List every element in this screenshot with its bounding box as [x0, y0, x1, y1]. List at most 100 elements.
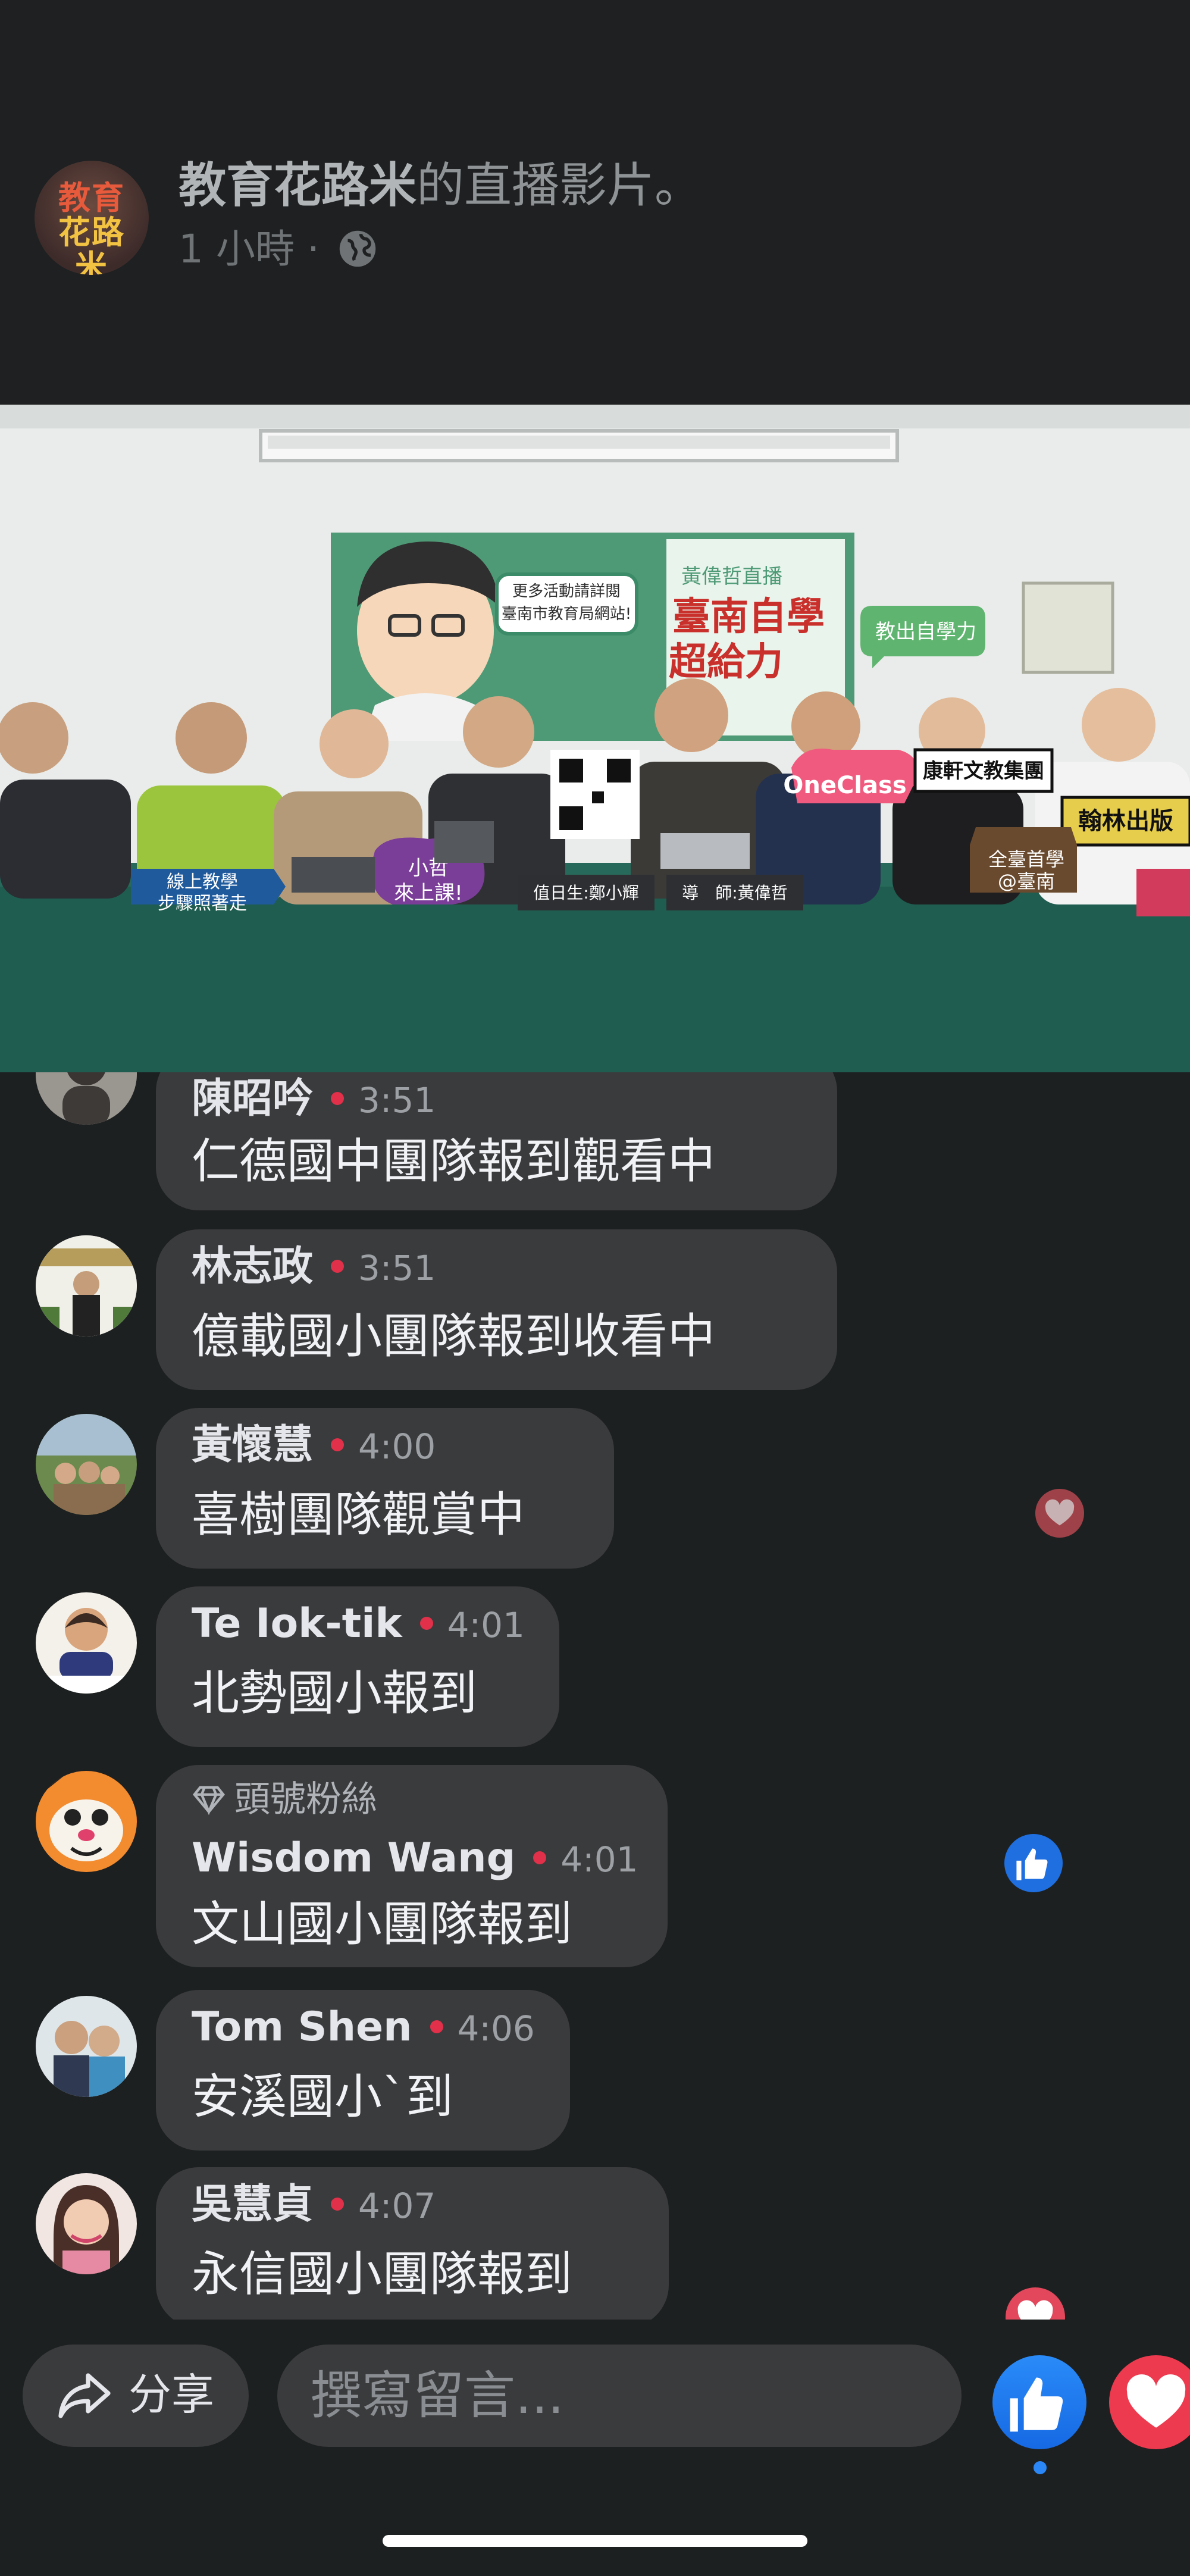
post-title-suffix: 的直播影片。 [416, 158, 702, 213]
page-logo: 教育 花路米 [58, 179, 125, 276]
sign-duty: 值日生:鄭小輝 [533, 883, 638, 903]
comment-header: 陳昭吟 3:51 [192, 1072, 436, 1126]
commenter-name[interactable]: 黃懷慧 [192, 1422, 313, 1469]
commenter-name[interactable]: Te Iok-tik [192, 1600, 402, 1647]
sign-right: 教出自學力 [875, 620, 976, 644]
love-icon [1126, 2374, 1186, 2428]
page-name-link[interactable]: 教育花路米 [178, 158, 416, 213]
love-icon [1045, 1499, 1075, 1526]
avatar-image [36, 1072, 137, 1125]
comment-dot [419, 1617, 433, 1630]
top-fan-badge: 頭號粉絲 [192, 1776, 377, 1823]
post-meta: 1 小時 · [178, 223, 377, 276]
commenter-name[interactable]: 林志政 [192, 1243, 313, 1290]
comment-dot [533, 1851, 547, 1864]
comment-time: 3:51 [358, 1080, 436, 1120]
live-video[interactable]: 更多活動請詳閱 臺南市教育局網站! 黃偉哲直播 臺南自學 超給力 教出自學力 O [0, 405, 1190, 1072]
comment-dot [331, 1260, 345, 1273]
comment-time: 4:07 [358, 2186, 436, 2226]
like-reaction-float [1004, 1834, 1063, 1892]
svg-text:步驟照著走: 步驟照著走 [158, 893, 247, 914]
commenter-name[interactable]: Tom Shen [192, 2004, 412, 2051]
avatar-image [36, 1414, 137, 1515]
svg-text:來上課!: 來上課! [394, 881, 463, 905]
like-indicator-dot [1034, 2461, 1047, 2474]
commenter-avatar[interactable] [36, 2173, 137, 2274]
post-title: 教育花路米的直播影片。 [178, 156, 702, 215]
like-button[interactable] [992, 2355, 1086, 2449]
sign-online: 線上教學 [167, 872, 238, 893]
sign-tainan: 全臺首學 [988, 848, 1064, 871]
diamond-icon [193, 1786, 225, 1816]
comment-time: 4:01 [560, 1839, 638, 1880]
comment-header: Wisdom Wang 4:01 [192, 1832, 638, 1885]
comment-bubble: Te Iok-tik 4:01 北勢國小報到 [156, 1586, 559, 1747]
like-icon [1010, 2377, 1063, 2432]
comment-text: 永信國小團隊報到 [192, 2246, 572, 2302]
post-time[interactable]: 1 小時 · [178, 226, 320, 272]
comment-bubble: 頭號粉絲 Wisdom Wang 4:01 文山國小團隊報到 [156, 1765, 668, 1967]
avatar-image [36, 1771, 137, 1872]
comment-input[interactable] [277, 2345, 962, 2447]
comment-text: 億載國小團隊報到收看中 [192, 1309, 715, 1364]
comment-dot [430, 2020, 443, 2033]
comment-dot [331, 1438, 345, 1451]
comment-header: 黃懷慧 4:00 [192, 1419, 436, 1472]
commenter-avatar[interactable] [36, 1592, 137, 1694]
comment-time: 3:51 [358, 1248, 436, 1288]
avatar-image [36, 1592, 137, 1694]
comment-time: 4:01 [447, 1605, 525, 1645]
comment-header: Te Iok-tik 4:01 [192, 1597, 525, 1651]
commenter-avatar[interactable] [36, 1996, 137, 2097]
comment-text: 仁德國中團隊報到觀看中 [192, 1134, 715, 1189]
comment-time: 4:00 [358, 1426, 436, 1467]
commenter-name[interactable]: Wisdom Wang [192, 1835, 515, 1882]
avatar-image [36, 1235, 137, 1336]
commenter-name[interactable]: 陳昭吟 [192, 1075, 313, 1122]
banner-bubble-text: 更多活動請詳閱 [512, 583, 621, 600]
sign-kang: 康軒文教集團 [923, 759, 1044, 783]
page-avatar[interactable]: 教育 花路米 [35, 161, 149, 275]
share-icon [58, 2373, 111, 2418]
banner-main-2: 超給力 [669, 640, 783, 684]
comment-dot [331, 2198, 345, 2211]
comment-text: 喜樹團隊觀賞中 [192, 1487, 525, 1542]
comment-bubble: 林志政 3:51 億載國小團隊報到收看中 [156, 1229, 837, 1390]
comment-bubble: Tom Shen 4:06 安溪國小`到 [156, 1990, 570, 2151]
sign-teacher: 導 師:黃偉哲 [682, 883, 787, 903]
share-button[interactable]: 分享 [23, 2345, 249, 2447]
comment-header: 吳慧貞 4:07 [192, 2178, 436, 2231]
post-header: 教育 花路米 教育花路米的直播影片。 1 小時 · [0, 0, 1190, 405]
avatar-image [36, 2173, 137, 2274]
banner-small-text: 黃偉哲直播 [681, 565, 782, 589]
comment-time: 4:06 [457, 2008, 535, 2049]
love-reaction-float [1006, 2287, 1065, 2320]
like-icon [1016, 1848, 1048, 1880]
svg-text:臺南市教育局網站!: 臺南市教育局網站! [502, 605, 631, 623]
commenter-avatar[interactable] [36, 1235, 137, 1336]
love-icon [1017, 2300, 1053, 2320]
banner-main-1: 臺南自學 [672, 595, 825, 639]
commenter-avatar[interactable] [36, 1414, 137, 1515]
sign-oneclass: OneClass [783, 772, 906, 799]
sign-hanlin: 翰林出版 [1078, 807, 1173, 835]
love-reaction-float [1035, 1489, 1084, 1538]
comment-list[interactable]: 陳昭吟 3:51 仁德國中團隊報到觀看中 林志政 3:51 億載國小團隊報到收看中 … [0, 1072, 1190, 2320]
comment-text: 文山國小團隊報到 [192, 1896, 572, 1952]
video-frame: 更多活動請詳閱 臺南市教育局網站! 黃偉哲直播 臺南自學 超給力 教出自學力 O [0, 405, 1190, 1072]
comment-bubble: 吳慧貞 4:07 永信國小團隊報到 [156, 2167, 669, 2320]
comment-dot [331, 1092, 345, 1105]
commenter-avatar[interactable] [36, 1771, 137, 1872]
comment-bubble: 陳昭吟 3:51 仁德國中團隊報到觀看中 [156, 1072, 837, 1210]
comment-header: 林志政 3:51 [192, 1240, 436, 1294]
commenter-avatar[interactable] [36, 1072, 137, 1125]
comment-text: 北勢國小報到 [192, 1666, 477, 1721]
comment-bubble: 黃懷慧 4:00 喜樹團隊觀賞中 [156, 1408, 614, 1569]
home-indicator[interactable] [383, 2535, 807, 2547]
comment-header: Tom Shen 4:06 [192, 2001, 535, 2054]
love-button[interactable] [1109, 2355, 1190, 2449]
commenter-name[interactable]: 吳慧貞 [192, 2181, 313, 2228]
share-label: 分享 [129, 2370, 215, 2420]
avatar-image [36, 1996, 137, 2097]
comment-text: 安溪國小`到 [192, 2069, 453, 2124]
